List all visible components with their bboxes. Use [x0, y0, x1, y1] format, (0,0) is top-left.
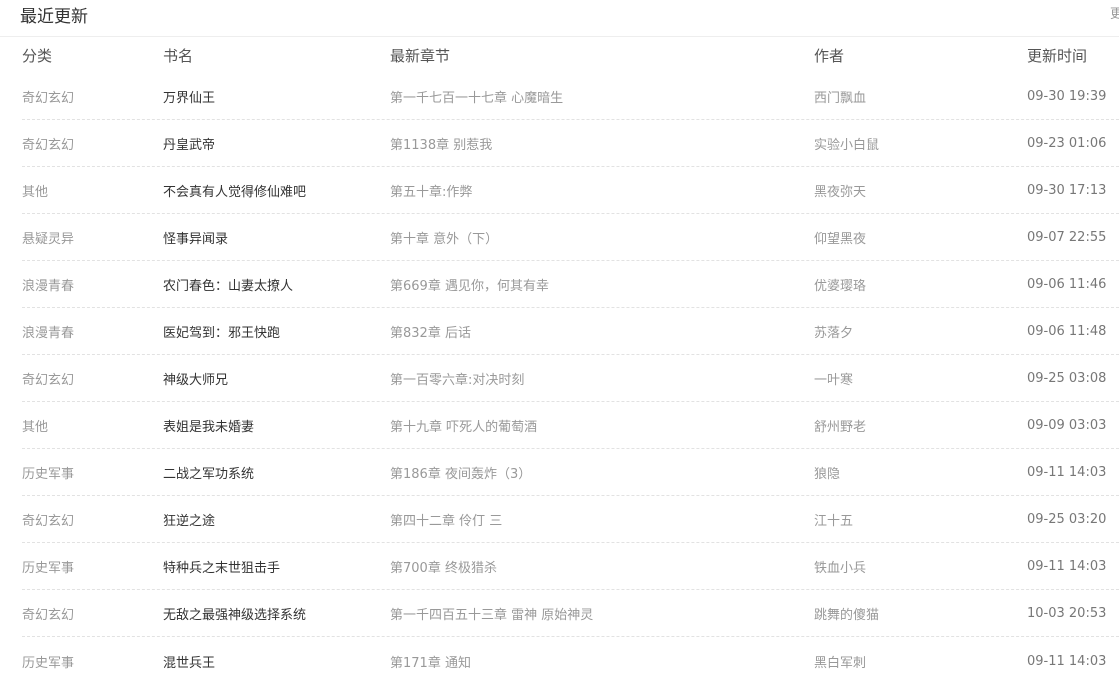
table-row: 历史军事 特种兵之末世狙击手 第700章 终极猎杀 铁血小兵 09-11 14:03: [22, 544, 1119, 590]
cell-chapter-link[interactable]: 第五十章:作弊: [390, 181, 814, 200]
cell-category: 历史军事: [22, 467, 75, 482]
cell-update-time: 09-06 11:46: [1027, 277, 1107, 292]
cell-chapter-link[interactable]: 第832章 后话: [390, 322, 814, 341]
cell-book-link[interactable]: 丹皇武帝: [163, 134, 390, 153]
table-row: 悬疑灵异 怪事异闻录 第十章 意外（下） 仰望黑夜 09-07 22:55: [22, 215, 1119, 261]
table-row: 浪漫青春 医妃驾到：邪王快跑 第832章 后话 苏落夕 09-06 11:48: [22, 309, 1119, 355]
cell-author-link[interactable]: 舒州野老: [814, 416, 1027, 435]
header-author: 作者: [814, 47, 845, 65]
cell-author-link[interactable]: 优婆璎珞: [814, 275, 1027, 294]
cell-author-link[interactable]: 黑夜弥天: [814, 181, 1027, 200]
cell-category: 奇幻玄幻: [22, 91, 75, 106]
cell-book-link[interactable]: 神级大师兄: [163, 369, 390, 388]
cell-author-link[interactable]: 黑白军刺: [814, 652, 1027, 671]
table-row: 奇幻玄幻 无敌之最强神级选择系统 第一千四百五十三章 雷神 原始神灵 跳舞的傻猫 10-…: [22, 591, 1119, 637]
cell-chapter-link[interactable]: 第186章 夜间轰炸（3）: [390, 463, 814, 482]
cell-category: 奇幻玄幻: [22, 373, 75, 388]
cell-author-link[interactable]: 仰望黑夜: [814, 228, 1027, 247]
cell-category: 浪漫青春: [22, 326, 75, 341]
cell-book-link[interactable]: 二战之军功系统: [163, 463, 390, 482]
cell-chapter-link[interactable]: 第十章 意外（下）: [390, 228, 814, 247]
table-row: 其他 表姐是我未婚妻 第十九章 吓死人的葡萄酒 舒州野老 09-09 03:03: [22, 403, 1119, 449]
cell-update-time: 10-03 20:53: [1027, 606, 1107, 621]
cell-book-link[interactable]: 不会真有人觉得修仙难吧: [163, 181, 390, 200]
header-chapter: 最新章节: [390, 47, 451, 65]
cell-chapter-link[interactable]: 第171章 通知: [390, 652, 814, 671]
cell-category: 其他: [22, 420, 49, 435]
cell-book-link[interactable]: 表姐是我未婚妻: [163, 416, 390, 435]
cell-chapter-link[interactable]: 第一百零六章:对决时刻: [390, 369, 814, 388]
cell-update-time: 09-30 19:39: [1027, 89, 1107, 104]
cell-update-time: 09-11 14:03: [1027, 653, 1107, 669]
table-body: 奇幻玄幻 万界仙王 第一千七百一十七章 心魔暗生 西门飘血 09-30 19:39 奇幻玄…: [22, 74, 1119, 684]
cell-book-link[interactable]: 混世兵王: [163, 652, 390, 671]
table-row: 历史军事 混世兵王 第171章 通知 黑白军刺 09-11 14:03: [22, 638, 1119, 684]
table-row: 奇幻玄幻 丹皇武帝 第1138章 别惹我 实验小白鼠 09-23 01:06: [22, 121, 1119, 167]
cell-update-time: 09-07 22:55: [1027, 230, 1107, 245]
cell-chapter-link[interactable]: 第669章 遇见你，何其有幸: [390, 275, 814, 294]
table-row: 浪漫青春 农门春色：山妻太撩人 第669章 遇见你，何其有幸 优婆璎珞 09-06 11…: [22, 262, 1119, 308]
cell-book-link[interactable]: 狂逆之途: [163, 510, 390, 529]
recent-updates-table: 分类 书名 最新章节 作者 更新时间 奇幻玄幻 万界仙王 第一千七百一十七章 心魔暗…: [22, 37, 1119, 685]
panel-title: 最近更新: [20, 7, 88, 27]
header-book: 书名: [163, 47, 194, 65]
cell-update-time: 09-11 14:03: [1027, 465, 1107, 480]
cell-update-time: 09-06 11:48: [1027, 324, 1107, 339]
cell-book-link[interactable]: 农门春色：山妻太撩人: [163, 275, 390, 294]
header-category: 分类: [22, 47, 53, 65]
cell-update-time: 09-25 03:08: [1027, 371, 1107, 386]
table-row: 奇幻玄幻 神级大师兄 第一百零六章:对决时刻 一叶寒 09-25 03:08: [22, 356, 1119, 402]
cell-author-link[interactable]: 实验小白鼠: [814, 134, 1027, 153]
cell-category: 历史军事: [22, 655, 75, 671]
cell-chapter-link[interactable]: 第700章 终极猎杀: [390, 557, 814, 576]
cell-book-link[interactable]: 医妃驾到：邪王快跑: [163, 322, 390, 341]
cell-category: 其他: [22, 185, 49, 200]
header-time: 更新时间: [1027, 47, 1088, 65]
cell-category: 奇幻玄幻: [22, 608, 75, 623]
cell-category: 悬疑灵异: [22, 232, 75, 247]
cell-book-link[interactable]: 特种兵之末世狙击手: [163, 557, 390, 576]
table-header-row: 分类 书名 最新章节 作者 更新时间: [22, 37, 1119, 74]
cell-chapter-link[interactable]: 第1138章 别惹我: [390, 134, 814, 153]
table-row: 奇幻玄幻 狂逆之途 第四十二章 伶仃 三江十五 09-25 03:20: [22, 497, 1119, 543]
cell-chapter-link[interactable]: 第四十二章 伶仃 三: [390, 510, 814, 529]
cell-chapter-link[interactable]: 第十九章 吓死人的葡萄酒: [390, 416, 814, 435]
cell-author-link[interactable]: 一叶寒: [814, 369, 1027, 388]
cell-author-link[interactable]: 铁血小兵: [814, 557, 1027, 576]
cell-book-link[interactable]: 怪事异闻录: [163, 228, 390, 247]
cell-author-link[interactable]: 江十五: [814, 510, 1027, 529]
table-row: 历史军事 二战之军功系统 第186章 夜间轰炸（3） 狼隐 09-11 14:03: [22, 450, 1119, 496]
table-row: 其他 不会真有人觉得修仙难吧 第五十章:作弊 黑夜弥天 09-30 17:13: [22, 168, 1119, 214]
cell-chapter-link[interactable]: 第一千七百一十七章 心魔暗生: [390, 87, 814, 106]
cell-update-time: 09-25 03:20: [1027, 512, 1107, 527]
cell-update-time: 09-30 17:13: [1027, 183, 1107, 198]
cell-category: 历史军事: [22, 561, 75, 576]
cell-author-link[interactable]: 西门飘血: [814, 87, 1027, 106]
cell-update-time: 09-09 03:03: [1027, 418, 1107, 433]
cell-category: 浪漫青春: [22, 279, 75, 294]
cell-update-time: 09-11 14:03: [1027, 559, 1107, 574]
cell-author-link[interactable]: 苏落夕: [814, 322, 1027, 341]
cell-category: 奇幻玄幻: [22, 138, 75, 153]
cell-book-link[interactable]: 万界仙王: [163, 87, 390, 106]
cell-author-link[interactable]: 狼隐: [814, 463, 1027, 482]
cell-chapter-link[interactable]: 第一千四百五十三章 雷神 原始神灵: [390, 604, 814, 623]
more-link[interactable]: 更: [1110, 3, 1119, 22]
panel-header: 最近更新 更: [0, 0, 1119, 37]
cell-author-link[interactable]: 跳舞的傻猫: [814, 604, 1027, 623]
cell-book-link[interactable]: 无敌之最强神级选择系统: [163, 604, 390, 623]
cell-update-time: 09-23 01:06: [1027, 136, 1107, 151]
table-row: 奇幻玄幻 万界仙王 第一千七百一十七章 心魔暗生 西门飘血 09-30 19:39: [22, 74, 1119, 120]
cell-category: 奇幻玄幻: [22, 514, 75, 529]
